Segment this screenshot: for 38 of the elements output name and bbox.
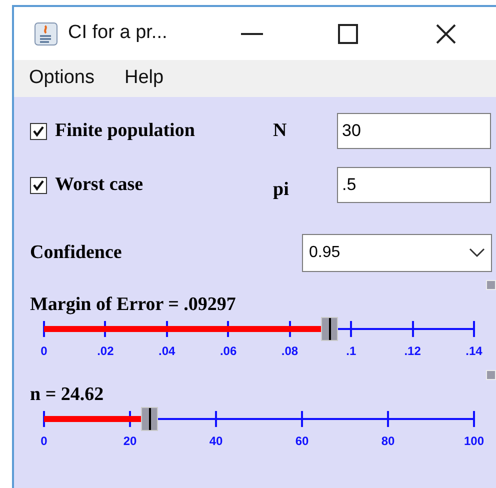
field-label: pi (273, 178, 290, 202)
tick-label: .06 (220, 343, 237, 360)
slider-label: Margin of Error = .09297 (30, 294, 237, 316)
checkbox-label: Finite population (55, 118, 196, 143)
slider-thumb[interactable] (141, 407, 158, 431)
tick-label: .02 (97, 343, 114, 360)
checkbox[interactable] (30, 176, 47, 194)
field-label: N (273, 118, 288, 143)
tick-label: 40 (209, 433, 223, 450)
tick-label: 100 (464, 433, 484, 450)
slider-thumb[interactable] (321, 317, 338, 341)
maximize-icon[interactable] (338, 24, 358, 44)
window-title: CI for a pr... (68, 21, 168, 46)
confidence-dropdown[interactable]: 0.95 (302, 234, 492, 272)
menu-item[interactable]: Help (124, 64, 164, 93)
chevron-down-icon (469, 248, 485, 258)
tick-label: 60 (295, 433, 309, 450)
tick-label: 0 (40, 433, 48, 450)
close-icon[interactable] (436, 24, 456, 44)
minimize-icon[interactable] (241, 32, 263, 36)
slider-track[interactable] (44, 316, 474, 342)
menu-item[interactable]: Options (29, 64, 94, 93)
input-field[interactable]: .5 (337, 167, 491, 203)
tick-label: .04 (158, 343, 176, 360)
tick-label: .14 (466, 343, 482, 360)
slider-label: n = 24.62 (30, 384, 105, 406)
checkbox-label: Worst case (55, 172, 144, 197)
slider-track[interactable] (44, 406, 474, 432)
tick-label: .12 (404, 343, 421, 360)
checkbox[interactable] (30, 122, 47, 140)
confidence-label: Confidence (30, 240, 123, 265)
app-icon (34, 22, 58, 46)
tick-label: .1 (346, 343, 356, 360)
tick-label: 20 (123, 433, 137, 450)
tick-label: 0 (40, 343, 48, 360)
input-field[interactable]: 30 (337, 113, 491, 149)
tick-label: 80 (381, 433, 395, 450)
tick-label: .08 (281, 343, 298, 360)
